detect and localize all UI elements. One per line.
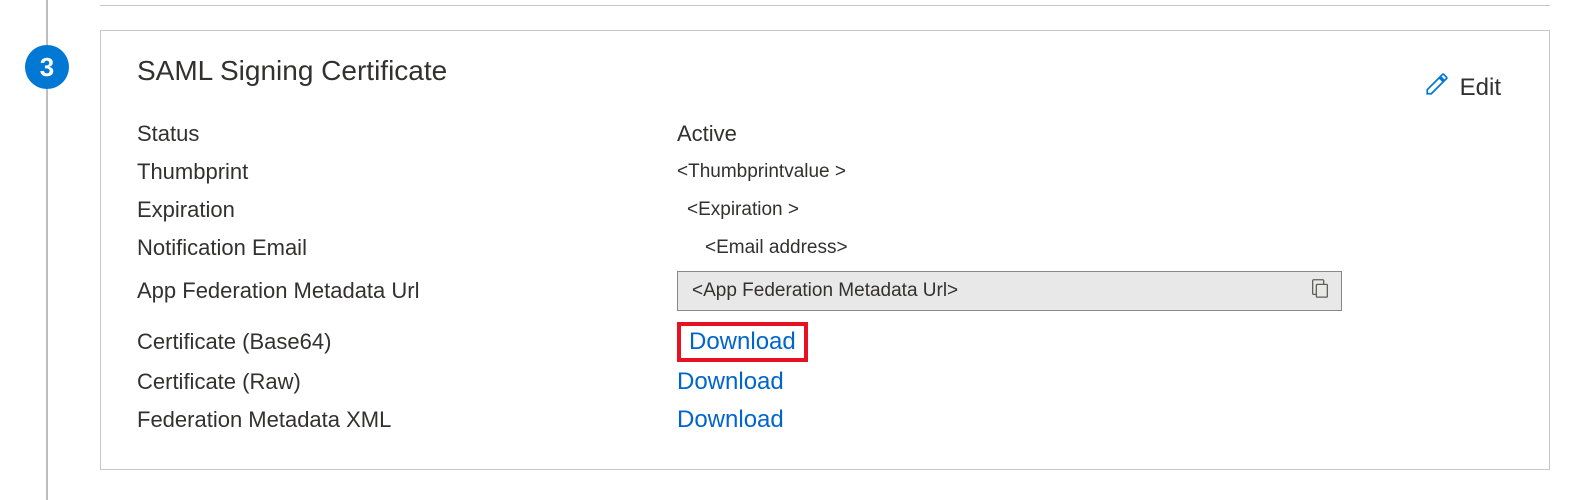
step-number: 3 bbox=[40, 52, 54, 83]
download-raw-link[interactable]: Download bbox=[677, 368, 784, 395]
expiration-row: Expiration <Expiration > bbox=[137, 191, 1513, 229]
app-federation-url-label: App Federation Metadata Url bbox=[137, 278, 677, 304]
cert-raw-label: Certificate (Raw) bbox=[137, 369, 677, 395]
cert-raw-row: Certificate (Raw) Download bbox=[137, 363, 1513, 401]
cert-base64-row: Certificate (Base64) Download bbox=[137, 321, 1513, 363]
edit-button[interactable]: Edit bbox=[1424, 55, 1513, 104]
notification-email-label: Notification Email bbox=[137, 235, 677, 261]
thumbprint-row: Thumbprint <Thumbprintvalue > bbox=[137, 153, 1513, 191]
step-number-badge: 3 bbox=[25, 45, 69, 89]
edit-label: Edit bbox=[1460, 74, 1501, 102]
federation-xml-label: Federation Metadata XML bbox=[137, 407, 677, 433]
notification-email-row: Notification Email <Email address> bbox=[137, 229, 1513, 267]
thumbprint-value: <Thumbprintvalue > bbox=[677, 161, 1513, 183]
previous-card-divider bbox=[100, 0, 1550, 6]
federation-xml-row: Federation Metadata XML Download bbox=[137, 401, 1513, 439]
app-federation-url-field[interactable]: <App Federation Metadata Url> bbox=[677, 271, 1342, 311]
status-value: Active bbox=[677, 121, 1513, 147]
notification-email-value: <Email address> bbox=[677, 237, 1513, 259]
status-label: Status bbox=[137, 121, 677, 147]
card-title: SAML Signing Certificate bbox=[137, 55, 447, 87]
thumbprint-label: Thumbprint bbox=[137, 159, 677, 185]
expiration-label: Expiration bbox=[137, 197, 677, 223]
download-base64-link[interactable]: Download bbox=[689, 328, 796, 355]
app-federation-url-value: <App Federation Metadata Url> bbox=[692, 280, 1309, 302]
app-federation-url-row: App Federation Metadata Url <App Federat… bbox=[137, 271, 1513, 311]
download-xml-link[interactable]: Download bbox=[677, 406, 784, 433]
copy-icon[interactable] bbox=[1309, 277, 1331, 305]
expiration-value: <Expiration > bbox=[677, 199, 1513, 221]
download-base64-highlight: Download bbox=[677, 322, 808, 363]
saml-certificate-card: SAML Signing Certificate Edit Status Act… bbox=[100, 30, 1550, 470]
cert-base64-label: Certificate (Base64) bbox=[137, 329, 677, 355]
status-row: Status Active bbox=[137, 115, 1513, 153]
pencil-icon bbox=[1424, 71, 1450, 104]
